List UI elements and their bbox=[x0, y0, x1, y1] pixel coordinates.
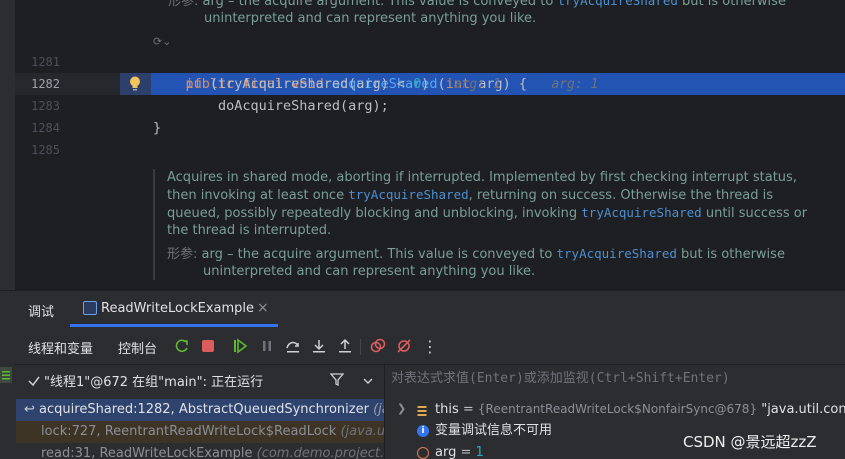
info-text: 变量调试信息不可用 bbox=[435, 423, 553, 438]
resume-icon[interactable] bbox=[230, 336, 250, 356]
debug-toolbar: 线程和变量 控制台 ⋮ bbox=[0, 331, 845, 361]
toolbar-separator bbox=[360, 339, 361, 355]
filter-icon[interactable] bbox=[329, 371, 345, 390]
line-number: 1283 bbox=[31, 99, 60, 113]
doc-text: queued, possibly repeatedly blocking and… bbox=[167, 206, 582, 221]
doc-link[interactable]: tryAcquireShared bbox=[581, 205, 701, 220]
thread-selector[interactable]: "线程1"@672 在组"main": 正在运行 bbox=[16, 367, 382, 391]
doc-text: but is otherwise bbox=[676, 247, 785, 262]
frame-item[interactable]: ↩ acquireShared:1282, AbstractQueuedSync… bbox=[16, 399, 384, 421]
frame-text: lock:727, ReentrantReadWriteLock$ReadLoc… bbox=[41, 424, 337, 439]
thread-check-icon bbox=[28, 372, 40, 387]
reader-mode-toggle[interactable]: ⟳⌄ bbox=[153, 35, 171, 48]
view-breakpoints-icon[interactable] bbox=[368, 336, 388, 356]
code-line-1283[interactable]: doAcquireShared(arg); bbox=[153, 95, 389, 117]
equals-sign: = bbox=[456, 445, 476, 459]
variable-row[interactable]: ❯ this = {ReentrantReadWriteLock$Nonfair… bbox=[385, 398, 845, 420]
params-tag: 形参: bbox=[168, 0, 199, 9]
watch-expression-input[interactable]: 对表达式求值(Enter)或添加监视(Ctrl+Shift+Enter) bbox=[385, 365, 845, 393]
variable-value: {ReentrantReadWriteLock$NonfairSync@678} bbox=[477, 402, 758, 416]
editor-left-strip bbox=[0, 0, 15, 290]
equals-sign: = bbox=[458, 402, 478, 417]
doc-text: but is otherwise bbox=[677, 0, 786, 9]
code-editor[interactable]: 形参: arg – the acquire argument. This val… bbox=[0, 0, 845, 290]
lightbulb-icon[interactable] bbox=[128, 75, 142, 93]
params-tag: 形参: bbox=[167, 247, 198, 262]
frames-list: ↩ acquireShared:1282, AbstractQueuedSync… bbox=[16, 397, 384, 459]
frame-package: (java.util. bbox=[340, 424, 384, 439]
chevron-right-icon[interactable]: ❯ bbox=[397, 398, 406, 420]
code-text: ) bbox=[421, 76, 430, 92]
side-frames-icon[interactable] bbox=[0, 367, 12, 383]
line-number: 1282 bbox=[31, 77, 60, 91]
doc-link[interactable]: tryAcquireShared bbox=[348, 187, 468, 202]
tab-session[interactable]: ReadWriteLockExample bbox=[101, 301, 254, 316]
doc-text: Acquires in shared mode, aborting if int… bbox=[167, 170, 797, 185]
code-line-1281[interactable]: public final void acquireShared(int arg)… bbox=[153, 51, 599, 92]
code-text: (tryAcquireShared(arg) < bbox=[201, 76, 414, 92]
code-line-1282[interactable]: if (tryAcquireShared(arg) < 0) arg: 1 bbox=[153, 73, 501, 95]
step-over-icon[interactable] bbox=[283, 336, 303, 356]
debug-tabbar: 调试 ReadWriteLockExample × bbox=[0, 291, 845, 327]
tab-debug[interactable]: 调试 bbox=[28, 301, 54, 320]
frame-text: read:31, ReadWriteLockExample bbox=[41, 446, 253, 459]
code-line-1284[interactable]: } bbox=[153, 117, 161, 139]
keyword: if bbox=[185, 76, 202, 92]
line-number: 1281 bbox=[31, 55, 60, 69]
return-arrow-icon: ↩ bbox=[24, 402, 35, 417]
parameter-icon bbox=[417, 447, 429, 459]
field-icon bbox=[417, 403, 427, 416]
doc-text: until success or bbox=[701, 206, 808, 221]
threads-variables-tab[interactable]: 线程和变量 bbox=[28, 338, 93, 357]
frame-package: (java. bbox=[373, 402, 384, 417]
doc-text: , returning on success. Otherwise the th… bbox=[468, 188, 773, 203]
frame-item[interactable]: lock:727, ReentrantReadWriteLock$ReadLoc… bbox=[16, 421, 384, 443]
variable-value: 1 bbox=[475, 445, 484, 459]
doc-text: arg – the acquire argument. This value i… bbox=[202, 0, 558, 9]
code-text: doAcquireShared(arg); bbox=[218, 98, 389, 114]
code-text: } bbox=[153, 120, 162, 136]
inline-value-hint: arg: 1 bbox=[453, 77, 501, 92]
console-tab[interactable]: 控制台 bbox=[118, 338, 157, 357]
thread-label: "线程1"@672 在组"main": 正在运行 bbox=[44, 375, 264, 390]
mute-breakpoints-icon[interactable] bbox=[394, 336, 414, 356]
active-tab-indicator bbox=[70, 324, 278, 327]
inline-value-hint: arg: 1 bbox=[551, 77, 599, 92]
frame-package: (com.demo.project.de bbox=[256, 446, 384, 459]
frame-item[interactable]: read:31, ReadWriteLockExample (com.demo.… bbox=[16, 443, 384, 459]
step-into-icon[interactable] bbox=[309, 336, 329, 356]
pause-icon[interactable] bbox=[257, 336, 277, 356]
doc-text: arg – the acquire argument. This value i… bbox=[201, 247, 557, 262]
frame-text: acquireShared:1282, AbstractQueuedSynchr… bbox=[39, 402, 369, 417]
info-icon: i bbox=[417, 425, 429, 437]
variable-string: "java.util.conc bbox=[757, 402, 845, 417]
line-number: 1285 bbox=[31, 143, 60, 157]
doc-text: uninterpreted and can represent anything… bbox=[203, 264, 536, 279]
doc-comment-top: 形参: arg – the acquire argument. This val… bbox=[168, 0, 786, 27]
line-number: 1284 bbox=[31, 121, 60, 135]
rerun-icon[interactable] bbox=[172, 336, 192, 356]
more-options-icon[interactable]: ⋮ bbox=[420, 336, 440, 356]
doc-text: the thread is interrupted. bbox=[167, 223, 332, 238]
doc-link[interactable]: tryAcquireShared bbox=[557, 246, 677, 261]
doc-text: then invoking at least once bbox=[167, 188, 349, 203]
step-out-icon[interactable] bbox=[335, 336, 355, 356]
stop-icon[interactable] bbox=[198, 336, 218, 356]
debug-panel: 调试 ReadWriteLockExample × 线程和变量 控制台 ⋮ "线… bbox=[0, 290, 845, 459]
doc-comment: Acquires in shared mode, aborting if int… bbox=[153, 169, 813, 280]
variable-name: arg bbox=[435, 445, 457, 459]
chevron-down-icon[interactable] bbox=[362, 372, 374, 391]
java-app-icon bbox=[83, 301, 97, 315]
watermark: CSDN @景远超zzZ bbox=[683, 433, 817, 451]
close-tab-icon[interactable]: × bbox=[257, 300, 269, 316]
doc-link[interactable]: tryAcquireShared bbox=[558, 0, 678, 8]
variable-name: this bbox=[435, 402, 459, 417]
doc-text: uninterpreted and can represent anything… bbox=[204, 11, 537, 26]
